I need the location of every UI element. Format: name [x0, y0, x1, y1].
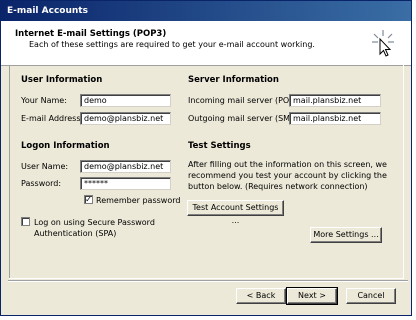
incoming-server-field[interactable]: mail.plansbiz.net [289, 94, 381, 107]
next-button[interactable]: Next > [286, 287, 338, 305]
window-titlebar[interactable]: E-mail Accounts [1, 1, 411, 21]
cancel-button[interactable]: Cancel [346, 288, 396, 304]
test-settings-desc-line3: button below. (Requires network connecti… [188, 182, 368, 191]
your-name-field[interactable]: demo [80, 94, 171, 107]
test-account-settings-button[interactable]: Test Account Settings ... [187, 200, 284, 225]
header-subtitle: Each of these settings are required to g… [29, 40, 315, 49]
test-settings-heading: Test Settings [188, 141, 251, 151]
wizard-icon [372, 30, 394, 57]
server-info-heading: Server Information [188, 75, 279, 85]
email-address-label: E-mail Address: [21, 114, 84, 123]
logon-info-heading: Logon Information [21, 141, 110, 151]
more-settings-button[interactable]: More Settings ... [310, 227, 382, 243]
password-label: Password: [21, 179, 62, 188]
outgoing-server-label: Outgoing mail server (SMTP): [188, 114, 306, 123]
dialog-header: Internet E-mail Settings (POP3) Each of … [1, 21, 411, 66]
email-accounts-dialog: E-mail Accounts Internet E-mail Settings… [0, 0, 412, 316]
user-name-label: User Name: [21, 162, 69, 171]
user-name-field[interactable]: demo@plansbiz.net [80, 160, 171, 173]
spa-label-line1: Log on using Secure Password [34, 218, 155, 227]
user-info-heading: User Information [21, 75, 103, 85]
password-field[interactable]: ****** [80, 177, 171, 190]
back-button[interactable]: < Back [236, 288, 286, 304]
footer-divider [8, 280, 408, 282]
test-settings-desc-line2: recommend you test your account by click… [188, 171, 387, 180]
incoming-server-label: Incoming mail server (POP3): [188, 96, 305, 105]
outgoing-server-field[interactable]: mail.plansbiz.net [289, 112, 381, 125]
email-address-field[interactable]: demo@plansbiz.net [80, 112, 171, 125]
header-title: Internet E-mail Settings (POP3) [15, 29, 167, 39]
test-settings-desc-line1: After filling out the information on thi… [188, 160, 387, 169]
your-name-label: Your Name: [21, 96, 67, 105]
spa-checkbox[interactable] [21, 217, 30, 226]
spa-label-line2: Authentication (SPA) [34, 229, 117, 238]
remember-password-label: Remember password [96, 196, 181, 205]
window-title: E-mail Accounts [7, 6, 88, 16]
remember-password-checkbox[interactable]: ✓ [84, 195, 93, 204]
